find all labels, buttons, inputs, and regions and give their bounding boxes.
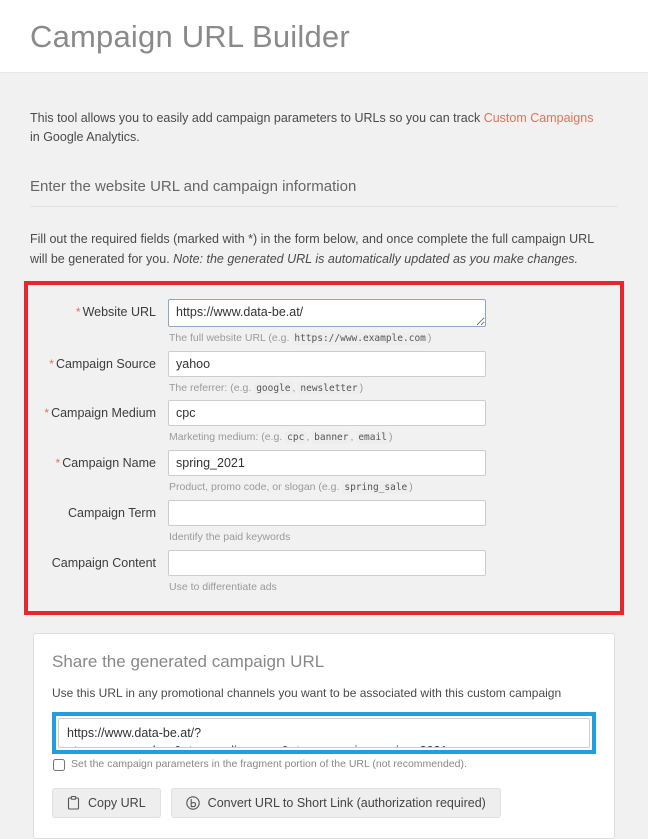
generated-url-field[interactable]: https://www.data-be.at/?utm_source=yahoo…: [58, 718, 590, 749]
intro-paragraph: This tool allows you to easily add campa…: [30, 109, 600, 148]
form-highlight-box: * Website URL https://www.data-be.at/ The…: [24, 280, 624, 616]
campaign-content-input[interactable]: [168, 549, 486, 576]
control-campaign-content: Use to differentiate ads: [168, 549, 486, 596]
website-url-input[interactable]: https://www.data-be.at/: [168, 298, 486, 327]
campaign-name-input[interactable]: [168, 450, 486, 476]
convert-short-link-label: Convert URL to Short Link (authorization…: [207, 795, 486, 810]
form-row-campaign-name: *Campaign Name Product, promo code, or s…: [28, 450, 620, 496]
help-code: https://www.example.com: [292, 331, 428, 345]
control-campaign-source: The referrer: (e.g. google, newsletter): [168, 350, 486, 397]
clipboard-icon: [67, 795, 80, 810]
campaign-term-input[interactable]: [168, 499, 486, 526]
label-campaign-content: Campaign Content: [28, 550, 168, 571]
section-heading: Enter the website URL and campaign infor…: [30, 178, 618, 207]
form-row-campaign-medium: *Campaign Medium Marketing medium: (e.g.…: [28, 400, 620, 446]
help-suffix: ): [409, 481, 413, 493]
share-card-title: Share the generated campaign URL: [52, 652, 325, 672]
copy-url-label: Copy URL: [88, 795, 146, 810]
help-code: cpc: [285, 431, 307, 445]
fragment-checkbox-label: Set the campaign parameters in the fragm…: [71, 758, 467, 771]
required-asterisk: *: [44, 406, 50, 421]
label-campaign-term: Campaign Term: [28, 500, 168, 521]
help-prefix: The full website URL (e.g.: [169, 331, 293, 344]
custom-campaigns-link[interactable]: Custom Campaigns: [484, 111, 594, 125]
help-campaign-name: Product, promo code, or slogan (e.g. spr…: [168, 480, 486, 496]
share-card-description: Use this URL in any promotional channels…: [52, 686, 562, 701]
label-website-url: * Website URL: [28, 299, 168, 321]
control-campaign-medium: Marketing medium: (e.g. cpc, banner, ema…: [168, 400, 486, 446]
help-code: email: [356, 431, 389, 445]
page-body: This tool allows you to easily add campa…: [0, 109, 648, 839]
required-asterisk: *: [75, 304, 81, 319]
label-text: Campaign Content: [51, 555, 156, 570]
control-campaign-name: Product, promo code, or slogan (e.g. spr…: [168, 450, 486, 496]
convert-short-link-button[interactable]: Convert URL to Short Link (authorization…: [170, 787, 501, 818]
fragment-checkbox-row: Set the campaign parameters in the fragm…: [52, 758, 596, 772]
help-prefix: Marketing medium: (e.g.: [169, 431, 286, 444]
help-campaign-content: Use to differentiate ads: [169, 580, 277, 593]
intro-text-before: This tool allows you to easily add campa…: [30, 111, 484, 125]
form-instructions: Fill out the required fields (marked wit…: [30, 229, 610, 269]
help-suffix: ): [388, 431, 393, 444]
help-code: newsletter: [298, 381, 360, 395]
help-campaign-term: Identify the paid keywords: [169, 530, 291, 543]
form-row-campaign-source: *Campaign Source The referrer: (e.g. goo…: [28, 350, 620, 397]
label-text: Campaign Name: [62, 456, 156, 470]
help-code: google: [254, 381, 293, 395]
label-text: Website URL: [82, 304, 156, 319]
bitly-link-icon: [185, 796, 200, 810]
form-row-campaign-content: Campaign Content Use to differentiate ad…: [28, 549, 620, 596]
help-prefix: Product, promo code, or slogan (e.g.: [169, 481, 343, 493]
form-row-campaign-term: Campaign Term Identify the paid keywords: [28, 499, 620, 546]
page-header: Campaign URL Builder: [0, 0, 648, 73]
label-text: Campaign Term: [67, 505, 156, 520]
help-suffix: ): [359, 381, 364, 394]
page-title: Campaign URL Builder: [30, 18, 350, 54]
help-suffix: ): [427, 331, 432, 344]
help-code: banner: [312, 431, 351, 445]
help-campaign-medium: Marketing medium: (e.g. cpc, banner, ema…: [169, 431, 393, 445]
form-row-website-url: * Website URL https://www.data-be.at/ The…: [28, 298, 620, 347]
generated-url-highlight-box: https://www.data-be.at/?utm_source=yahoo…: [52, 712, 596, 755]
help-code: spring_sale: [342, 481, 410, 494]
control-website-url: https://www.data-be.at/ The full website…: [168, 298, 486, 347]
help-campaign-source: The referrer: (e.g. google, newsletter): [169, 381, 364, 395]
required-asterisk: *: [55, 456, 61, 470]
intro-text-after: in Google Analytics.: [30, 130, 140, 145]
share-card: Share the generated campaign URL Use thi…: [33, 633, 615, 839]
label-campaign-source: * Campaign Source: [28, 351, 168, 373]
campaign-medium-input[interactable]: [168, 400, 486, 427]
instructions-note: Note: the generated URL is automatically…: [173, 251, 579, 266]
help-prefix: The referrer: (e.g.: [169, 381, 255, 394]
campaign-source-input[interactable]: [168, 350, 486, 377]
help-website-url: The full website URL (e.g. https://www.e…: [168, 331, 486, 347]
label-text: Campaign Source: [55, 356, 156, 371]
label-text: Campaign Medium: [51, 406, 156, 421]
share-button-row: Copy URL Convert URL to Short Link (auth…: [52, 787, 596, 818]
control-campaign-term: Identify the paid keywords: [168, 499, 486, 546]
fragment-checkbox[interactable]: [53, 759, 65, 772]
required-asterisk: *: [49, 356, 54, 371]
label-campaign-name: * Campaign Name: [28, 450, 168, 472]
copy-url-button[interactable]: Copy URL: [52, 787, 161, 818]
label-campaign-medium: * Campaign Medium: [28, 400, 168, 422]
